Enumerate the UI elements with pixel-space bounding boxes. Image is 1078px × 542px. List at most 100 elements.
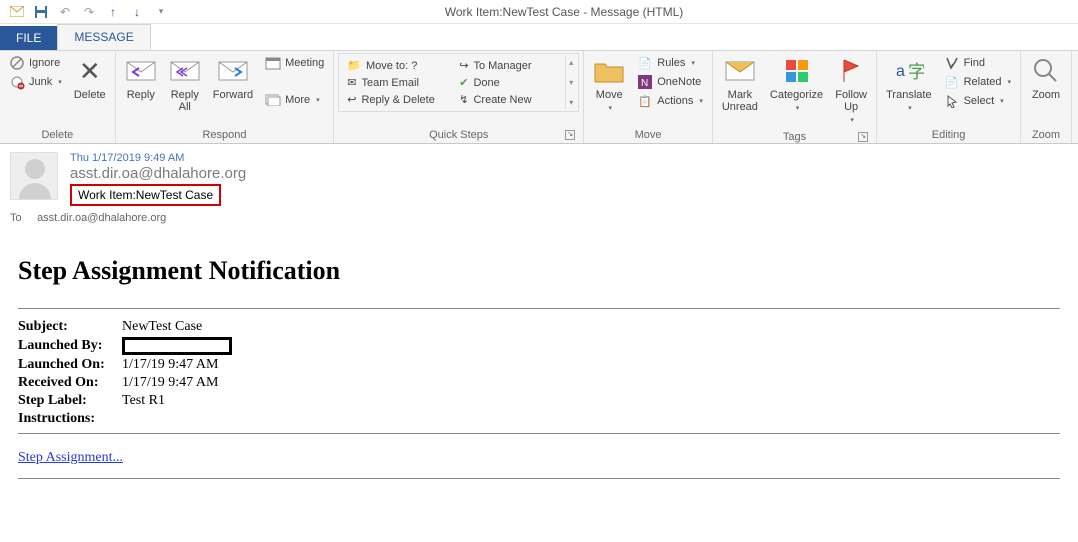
group-label-move: Move bbox=[588, 127, 708, 143]
redo-icon[interactable]: ↷ bbox=[80, 3, 98, 21]
select-icon bbox=[944, 93, 960, 109]
select-button[interactable]: Select▾ bbox=[941, 92, 1014, 110]
actions-button[interactable]: 📋Actions▾ bbox=[634, 92, 706, 110]
forward-icon bbox=[217, 55, 249, 87]
qs-done[interactable]: ✔Done bbox=[455, 75, 563, 90]
translate-icon: a字 bbox=[893, 55, 925, 87]
qs-team-email[interactable]: ✉Team Email bbox=[343, 75, 451, 90]
group-delete: Ignore Junk▾ ✕ Delete Delete bbox=[0, 51, 116, 143]
group-label-zoom: Zoom bbox=[1025, 127, 1067, 143]
tab-file[interactable]: FILE bbox=[0, 26, 57, 50]
onenote-button[interactable]: NOneNote bbox=[634, 73, 706, 91]
rules-icon: 📄 bbox=[637, 55, 653, 71]
mark-unread-button[interactable]: Mark Unread bbox=[717, 53, 763, 115]
qat-customize-icon[interactable]: ▾ bbox=[152, 3, 170, 21]
folder-icon: 📁 bbox=[347, 59, 361, 72]
svg-text:N: N bbox=[641, 78, 648, 89]
group-respond: Reply Reply All Forward Meeting More▾ bbox=[116, 51, 334, 143]
more-icon bbox=[265, 92, 281, 108]
quicksteps-scroll[interactable]: ▴ ▾ ▾ bbox=[565, 56, 576, 109]
qs-up-icon[interactable]: ▴ bbox=[569, 58, 573, 67]
follow-up-button[interactable]: Follow Up▾ bbox=[830, 53, 872, 129]
quicksteps-gallery[interactable]: 📁Move to: ? ✉Team Email ↩Reply & Delete … bbox=[338, 53, 579, 112]
group-label-editing: Editing bbox=[881, 127, 1016, 143]
undo-icon[interactable]: ↶ bbox=[56, 3, 74, 21]
group-label-quicksteps: Quick Steps↘ bbox=[338, 127, 579, 143]
forward-button[interactable]: Forward bbox=[208, 53, 258, 103]
meeting-button[interactable]: Meeting bbox=[262, 54, 327, 72]
more-button[interactable]: More▾ bbox=[262, 91, 327, 109]
mail-icon[interactable] bbox=[8, 3, 26, 21]
field-launched-by: Launched By: bbox=[18, 337, 1060, 355]
window-title: Work Item:NewTest Case - Message (HTML) bbox=[170, 5, 1078, 19]
check-icon: ✔ bbox=[459, 76, 468, 89]
group-move: Move▾ 📄Rules▾ NOneNote 📋Actions▾ Move bbox=[584, 51, 713, 143]
zoom-button[interactable]: Zoom bbox=[1025, 53, 1067, 103]
reply-all-button[interactable]: Reply All bbox=[164, 53, 206, 115]
onenote-icon: N bbox=[637, 74, 653, 90]
move-button[interactable]: Move▾ bbox=[588, 53, 630, 117]
title-bar: ↶ ↷ ↑ ↓ ▾ Work Item:NewTest Case - Messa… bbox=[0, 0, 1078, 24]
move-folder-icon bbox=[593, 55, 625, 87]
group-quicksteps: 📁Move to: ? ✉Team Email ↩Reply & Delete … bbox=[334, 51, 584, 143]
junk-button[interactable]: Junk▾ bbox=[6, 73, 65, 91]
to-value: asst.dir.oa@dhalahore.org bbox=[37, 212, 166, 224]
mark-unread-icon bbox=[724, 55, 756, 87]
mail-icon: ✉ bbox=[347, 76, 356, 89]
field-received-on: Received On:1/17/19 9:47 AM bbox=[18, 375, 1060, 391]
junk-icon bbox=[9, 74, 25, 90]
field-instructions: Instructions: bbox=[18, 411, 1060, 427]
ignore-button[interactable]: Ignore bbox=[6, 54, 65, 72]
tab-message[interactable]: MESSAGE bbox=[57, 24, 150, 50]
find-icon bbox=[944, 55, 960, 71]
categorize-icon bbox=[781, 55, 813, 87]
reply-button[interactable]: Reply bbox=[120, 53, 162, 103]
save-icon[interactable] bbox=[32, 3, 50, 21]
redacted-box bbox=[122, 337, 232, 355]
reply-icon bbox=[125, 55, 157, 87]
categorize-button[interactable]: Categorize▾ bbox=[765, 53, 828, 117]
to-label: To bbox=[10, 212, 34, 224]
qs-down-icon[interactable]: ▾ bbox=[569, 78, 573, 87]
message-header: Thu 1/17/2019 9:49 AM asst.dir.oa@dhalah… bbox=[0, 144, 1078, 228]
qs-create-new[interactable]: ↯Create New bbox=[455, 92, 563, 107]
group-label-tags: Tags↘ bbox=[717, 129, 872, 145]
group-tags: Mark Unread Categorize▾ Follow Up▾ Tags↘ bbox=[713, 51, 877, 143]
qs-reply-delete[interactable]: ↩Reply & Delete bbox=[343, 92, 451, 107]
group-editing: a字 Translate▾ Find 📄Related▾ Select▾ Edi… bbox=[877, 51, 1021, 143]
next-icon[interactable]: ↓ bbox=[128, 3, 146, 21]
delete-button[interactable]: ✕ Delete bbox=[69, 53, 111, 103]
body-title: Step Assignment Notification bbox=[18, 256, 1060, 286]
quick-access-toolbar: ↶ ↷ ↑ ↓ ▾ bbox=[0, 3, 170, 21]
tags-launcher[interactable]: ↘ bbox=[858, 132, 868, 142]
qs-launcher[interactable]: ↘ bbox=[565, 130, 575, 140]
divider bbox=[18, 478, 1060, 479]
message-to-row: To asst.dir.oa@dhalahore.org bbox=[10, 212, 1066, 224]
step-assignment-link[interactable]: Step Assignment... bbox=[18, 450, 123, 466]
actions-icon: 📋 bbox=[637, 93, 653, 109]
field-launched-on: Launched On:1/17/19 9:47 AM bbox=[18, 357, 1060, 373]
translate-button[interactable]: a字 Translate▾ bbox=[881, 53, 936, 117]
find-button[interactable]: Find bbox=[941, 54, 1014, 72]
message-date: Thu 1/17/2019 9:49 AM bbox=[70, 152, 1066, 164]
qs-move-to[interactable]: 📁Move to: ? bbox=[343, 58, 451, 73]
flag-icon bbox=[835, 55, 867, 87]
divider bbox=[18, 433, 1060, 434]
group-zoom: Zoom Zoom bbox=[1021, 51, 1072, 143]
reply-all-icon bbox=[169, 55, 201, 87]
message-body: Step Assignment Notification Subject:New… bbox=[0, 228, 1078, 499]
qs-to-manager[interactable]: ↪To Manager bbox=[455, 58, 563, 73]
delete-icon: ✕ bbox=[74, 55, 106, 87]
new-icon: ↯ bbox=[459, 93, 468, 106]
prev-icon[interactable]: ↑ bbox=[104, 3, 122, 21]
zoom-icon bbox=[1030, 55, 1062, 87]
message-from: asst.dir.oa@dhalahore.org bbox=[70, 165, 1066, 182]
svg-text:a: a bbox=[896, 63, 905, 80]
forward-icon: ↪ bbox=[459, 59, 468, 72]
rules-button[interactable]: 📄Rules▾ bbox=[634, 54, 706, 72]
related-button[interactable]: 📄Related▾ bbox=[941, 73, 1014, 91]
ribbon-tabs: FILE MESSAGE bbox=[0, 24, 1078, 50]
qs-more-icon[interactable]: ▾ bbox=[569, 98, 573, 107]
ignore-icon bbox=[9, 55, 25, 71]
svg-text:字: 字 bbox=[908, 62, 924, 82]
